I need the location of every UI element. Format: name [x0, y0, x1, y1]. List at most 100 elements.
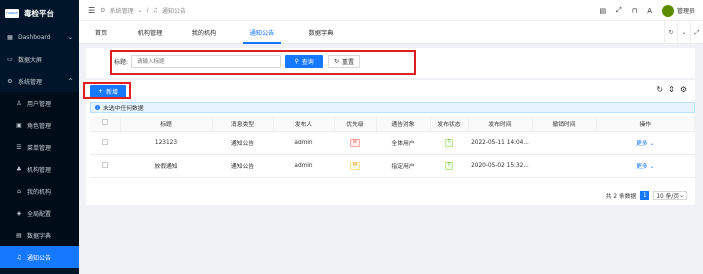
status-badge: T	[444, 138, 454, 147]
logo: FUBRAE	[5, 8, 19, 18]
status-badge: T	[444, 161, 454, 170]
table-row[interactable]: 放假通知 通知公告 admin M 指定用户 T 2020-05-02 15:3…	[90, 154, 695, 178]
sidebar-item-roles[interactable]: ▣ 角色管理	[0, 114, 79, 136]
search-highlight	[110, 50, 416, 75]
col-op: 操作	[596, 116, 695, 132]
more-link[interactable]: 更多 ⌄	[596, 154, 695, 178]
pagination: 共 2 条数据 1 10 条/页 ⌄	[606, 191, 687, 200]
tab-my-org[interactable]: 我的机构	[177, 21, 231, 44]
refresh-icon[interactable]: ↻	[664, 21, 677, 44]
cell-revoke	[532, 131, 596, 155]
checkbox[interactable]	[101, 119, 108, 126]
checkbox[interactable]	[102, 161, 108, 168]
density-icon[interactable]: ⇕	[668, 85, 675, 94]
expand-icon[interactable]: ⤢	[690, 21, 703, 44]
chevron-up-icon: ^	[67, 77, 73, 85]
sidebar-item-data-screen[interactable]: ▭ 数据大屏	[0, 48, 79, 70]
chevron-down-icon: ⌄	[67, 33, 73, 41]
col-priority[interactable]: 优先级	[334, 116, 377, 132]
page-size-select[interactable]: 10 条/页 ⌄	[653, 191, 687, 200]
brand-title: 毒检平台	[24, 8, 54, 18]
refresh-icon[interactable]: ↻	[656, 85, 663, 94]
chevron-down-icon: ⌄	[137, 6, 143, 14]
screen-icon: ▭	[7, 55, 13, 63]
avatar	[661, 4, 674, 17]
user-icon: ♙	[16, 99, 22, 107]
table-row[interactable]: 123123 通知公告 admin H 全体用户 T 2022-05-11 14…	[90, 131, 695, 155]
config-icon: ◈	[16, 209, 22, 217]
home-icon: ⌂	[17, 187, 21, 195]
breadcrumb-system[interactable]: 系统管理	[110, 6, 134, 15]
sidebar-item-notices[interactable]: ♫ 通知公告	[0, 246, 79, 268]
priority-badge: M	[350, 161, 360, 170]
sidebar-item-my-org[interactable]: ⌂ 我的机构	[0, 180, 79, 202]
info-icon: i	[95, 105, 100, 110]
org-icon: ♣	[16, 165, 22, 173]
cell-target: 指定用户	[376, 154, 430, 178]
bell-icon: ♫	[16, 253, 22, 261]
cell-target: 全体用户	[376, 131, 430, 155]
menu-icon: ☰	[16, 143, 22, 151]
settings-icon: ⚙	[100, 6, 106, 14]
brand[interactable]: FUBRAE 毒检平台	[0, 0, 79, 26]
tab-orgs[interactable]: 机构管理	[123, 21, 177, 44]
sidebar-item-orgs[interactable]: ♣ 机构管理	[0, 158, 79, 180]
tab-home[interactable]: 首页	[79, 21, 123, 44]
menu-fold-icon[interactable]: ☰	[88, 6, 95, 15]
col-title[interactable]: 标题	[120, 116, 213, 132]
checkbox[interactable]	[102, 138, 108, 145]
chevron-down-icon[interactable]: ⌄	[677, 21, 690, 44]
page-1[interactable]: 1	[640, 191, 650, 200]
cell-publisher: admin	[273, 131, 334, 155]
top-actions: ▤ ⤢ ⊓ A 管理员	[599, 0, 695, 21]
chevron-down-icon: ⌄	[647, 164, 655, 170]
cell-title: 123123	[120, 131, 212, 155]
sidebar-item-dashboard[interactable]: ▦ Dashboard ⌄	[0, 26, 79, 48]
tab-notices[interactable]: 通知公告	[231, 21, 293, 44]
top-bar: ☰ ⚙ 系统管理 ⌄ / ♫ 通知公告 ▤ ⤢ ⊓ A 管理员	[79, 0, 703, 21]
user-menu[interactable]: 管理员	[661, 4, 695, 17]
book-icon: ▤	[16, 231, 22, 239]
breadcrumb-current: 通知公告	[162, 7, 187, 15]
table-header: 标题 消息类型 发布人 优先级 通告对象 发布状态 发布时间 撤销时间 操作	[90, 116, 695, 132]
total-count: 共 2 条数据	[605, 194, 637, 200]
sidebar-item-system[interactable]: ⚙ 系统管理 ^	[0, 70, 79, 92]
doc-icon[interactable]: ▤	[599, 7, 606, 15]
tab-dictionary[interactable]: 数据字典	[293, 21, 349, 44]
sidebar-item-dictionary[interactable]: ▤ 数据字典	[0, 224, 79, 246]
notice-list: + 新增 ↻ ⇕ ⚙ i 未选中任何数据 标题 消息类型 发布人 优先级 通告对象…	[86, 80, 695, 205]
notice-table: 标题 消息类型 发布人 优先级 通告对象 发布状态 发布时间 撤销时间 操作 1…	[90, 116, 695, 178]
cell-title: 放假通知	[120, 154, 212, 178]
fullscreen-icon[interactable]: ⤢	[616, 6, 622, 15]
col-time[interactable]: 发布时间	[468, 116, 533, 132]
breadcrumb: ⚙ 系统管理 ⌄ / ♫ 通知公告	[100, 6, 186, 15]
tab-bar: 首页 机构管理 我的机构 通知公告 数据字典 ↻ ⌄ ⤢	[79, 21, 703, 44]
cell-time: 2022-05-11 14:04...	[468, 131, 532, 155]
select-all[interactable]	[90, 116, 121, 132]
chevron-down-icon: ⌄	[679, 192, 684, 199]
lock-icon[interactable]: ⊓	[632, 7, 637, 15]
breadcrumb-separator: /	[146, 6, 149, 14]
cell-type: 通知公告	[212, 154, 273, 178]
tab-tools: ↻ ⌄ ⤢	[664, 21, 703, 44]
sidebar: FUBRAE 毒检平台 ▦ Dashboard ⌄ ▭ 数据大屏 ⚙ 系统管理 ^ ♙ 用户…	[0, 0, 79, 274]
more-link[interactable]: 更多 ⌄	[596, 131, 695, 155]
settings-icon[interactable]: ⚙	[680, 85, 687, 94]
col-type[interactable]: 消息类型	[212, 116, 274, 132]
col-status[interactable]: 发布状态	[430, 116, 469, 132]
dashboard-icon: ▦	[7, 33, 13, 41]
chevron-down-icon: ⌄	[647, 141, 655, 147]
sidebar-item-users[interactable]: ♙ 用户管理	[0, 92, 79, 114]
cell-time: 2020-05-02 15:32...	[468, 154, 532, 178]
col-publisher[interactable]: 发布人	[273, 116, 335, 132]
settings-icon: ⚙	[7, 77, 13, 85]
bell-icon: ♫	[152, 6, 159, 14]
col-revoke[interactable]: 撤销时间	[532, 116, 597, 132]
translate-icon[interactable]: A	[647, 7, 652, 15]
cell-type: 通知公告	[212, 131, 273, 155]
col-target[interactable]: 通告对象	[376, 116, 431, 132]
add-highlight	[83, 82, 131, 99]
sidebar-item-global-config[interactable]: ◈ 全局配置	[0, 202, 79, 224]
table-tools: ↻ ⇕ ⚙	[656, 85, 687, 94]
sidebar-item-menus[interactable]: ☰ 菜单管理	[0, 136, 79, 158]
